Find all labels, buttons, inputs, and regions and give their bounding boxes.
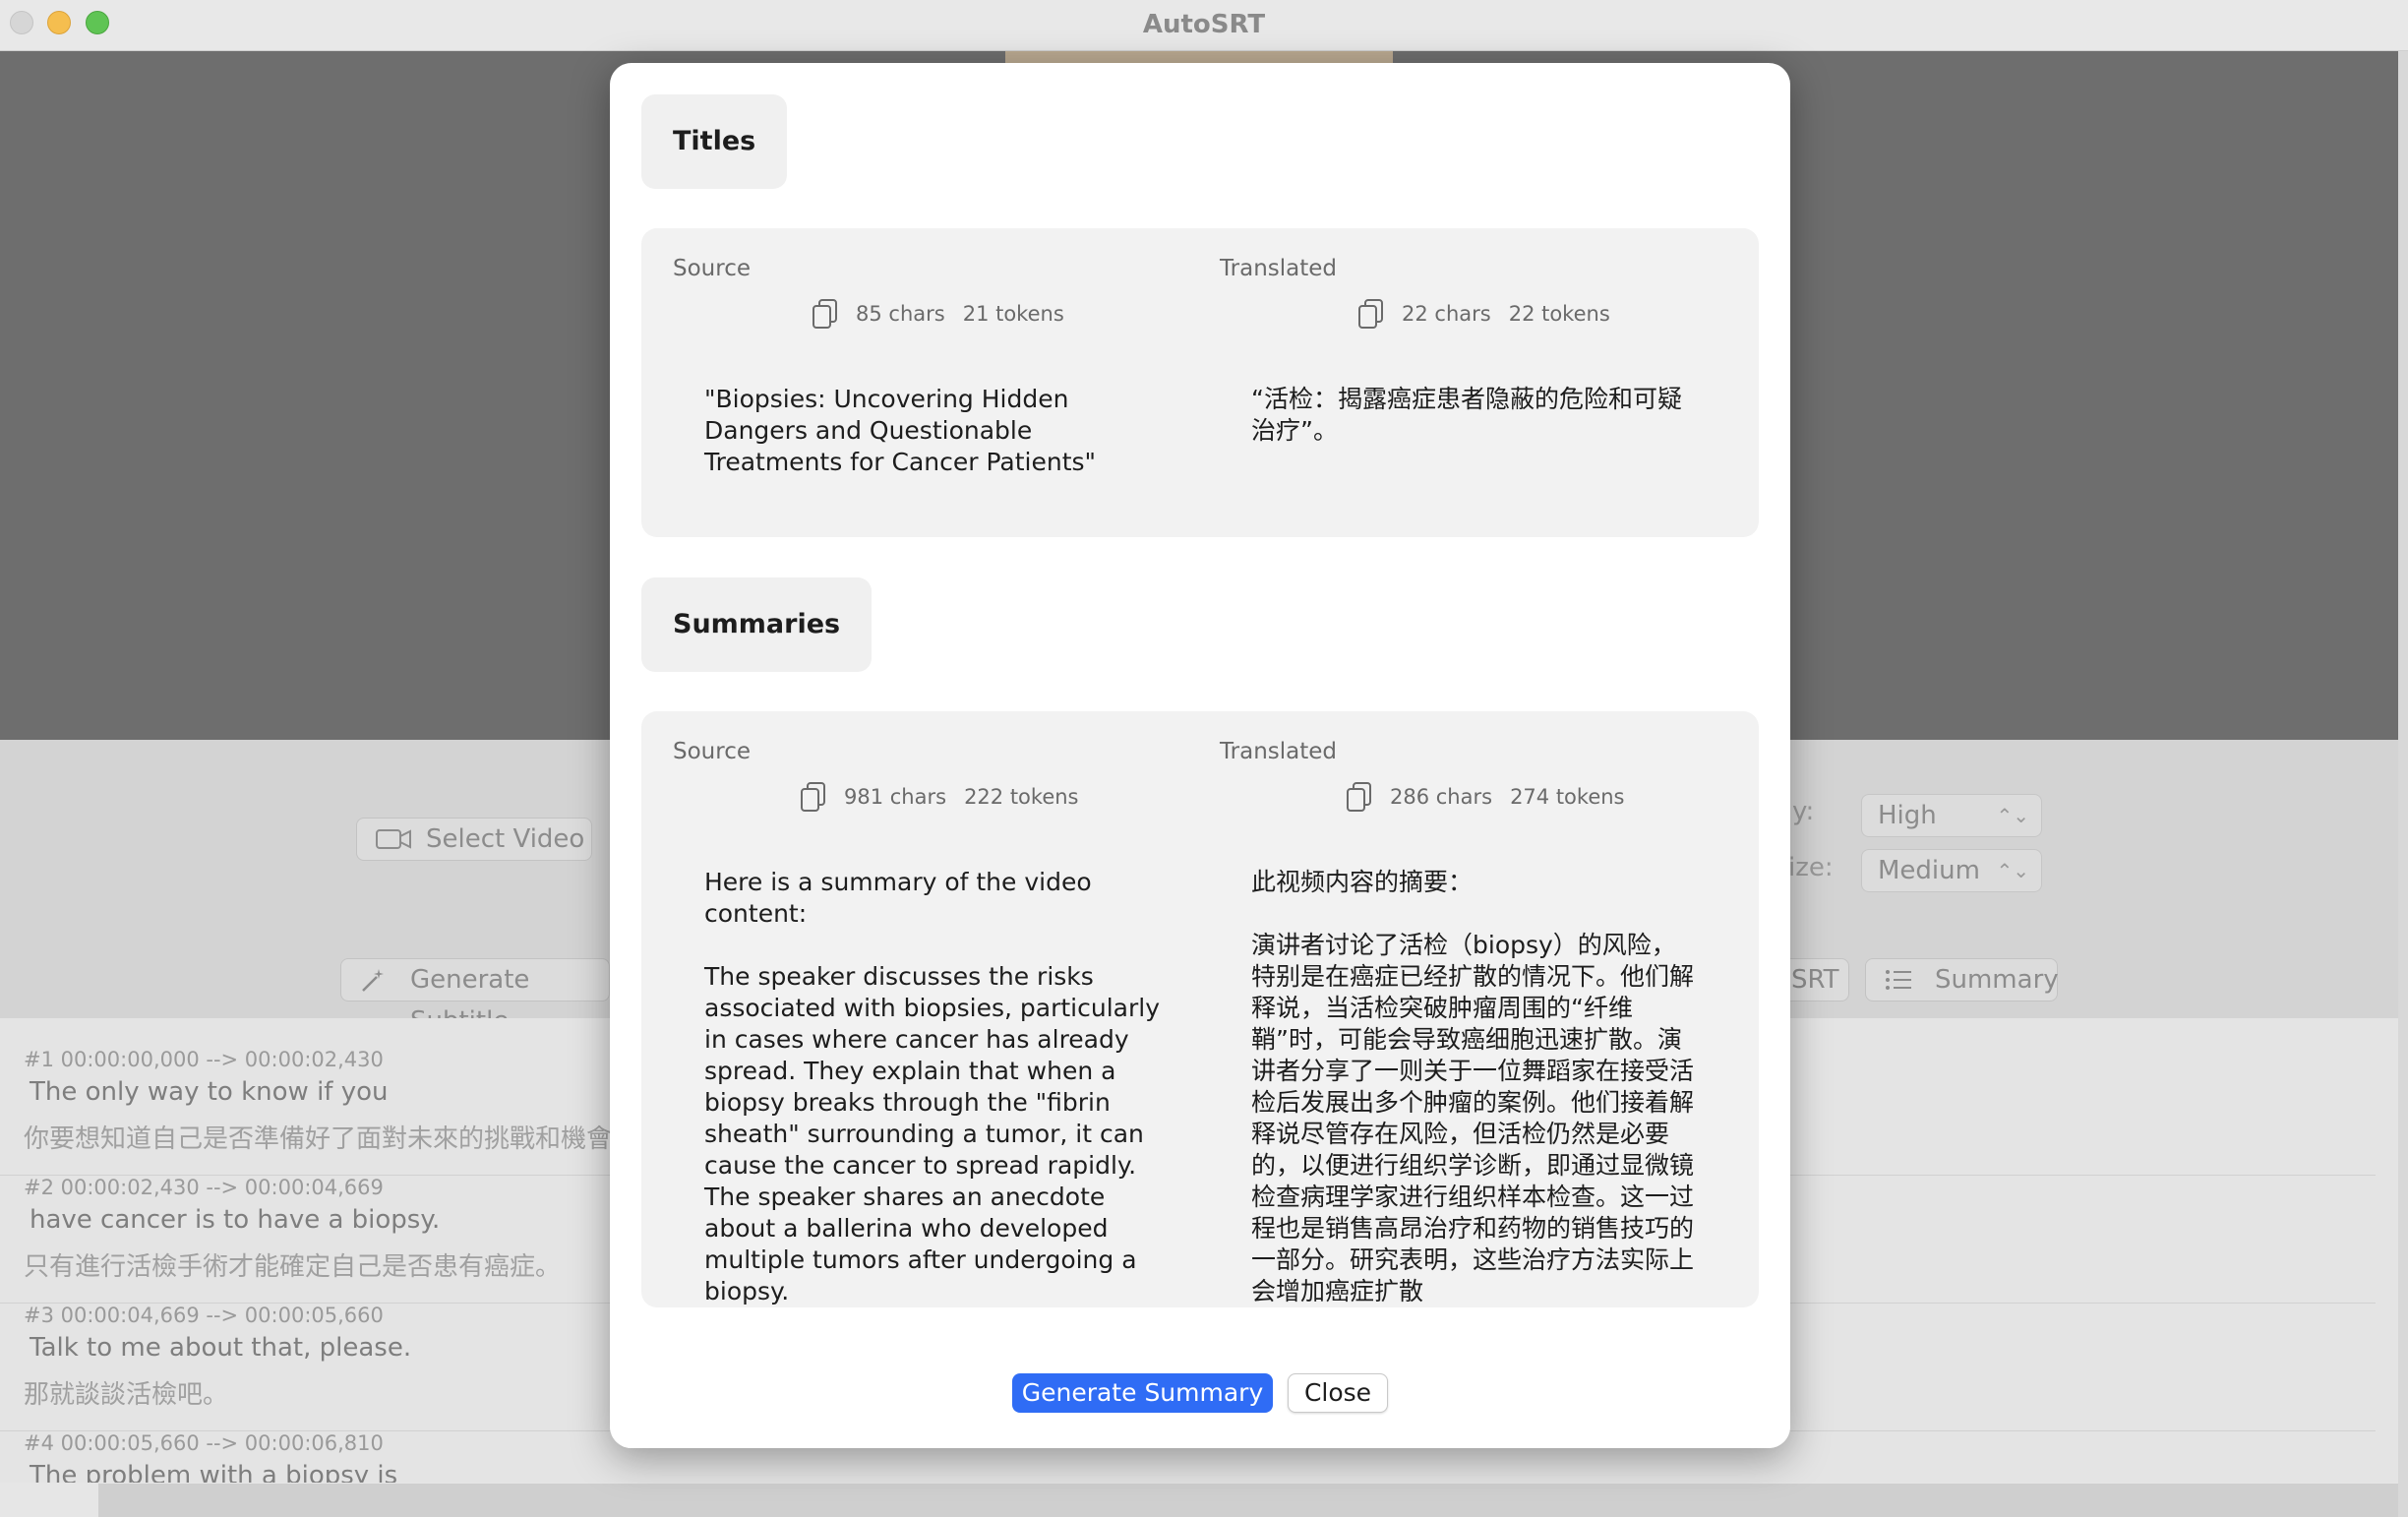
summaries-heading: Summaries	[641, 577, 873, 672]
titles-translated-chars: 22 chars	[1402, 302, 1491, 326]
titles-source-tokens: 21 tokens	[962, 302, 1064, 326]
subtitle-timecode: #1 00:00:00,000 --> 00:00:02,430	[24, 1048, 384, 1071]
titles-source-chars: 85 chars	[856, 302, 945, 326]
size-value: Medium	[1878, 856, 1980, 885]
subtitle-translated-text: 只有進行活檢手術才能確定自己是否患有癌症。	[24, 1252, 562, 1282]
subtitle-timecode: #2 00:00:02,430 --> 00:00:04,669	[24, 1176, 384, 1199]
size-label: ize:	[1788, 853, 1834, 882]
titles-translated-text: “活检：揭露癌症患者隐蔽的危险和可疑治疗”。	[1251, 385, 1682, 445]
title-bar: AutoSRT	[0, 0, 2408, 51]
copy-icon[interactable]	[811, 297, 840, 331]
titles-translated-tokens: 22 tokens	[1508, 302, 1610, 326]
close-button[interactable]: Close	[1288, 1373, 1388, 1413]
list-icon	[1884, 967, 1923, 993]
magic-wand-icon	[359, 967, 398, 993]
export-srt-button[interactable]: SRT	[1780, 958, 1849, 1001]
summaries-translated-stats: 286 chars 274 tokens	[1345, 780, 1625, 814]
subtitle-source-text: Talk to me about that, please.	[30, 1333, 412, 1363]
video-frame	[1005, 51, 1393, 63]
quality-value: High	[1878, 801, 1937, 830]
titles-source-label: Source	[673, 256, 751, 281]
subtitle-timecode: #3 00:00:04,669 --> 00:00:05,660	[24, 1304, 384, 1327]
titles-translated-label: Translated	[1220, 256, 1338, 281]
sheet-footer: Generate Summary Close	[610, 1371, 1790, 1448]
chevron-updown-icon: ⌃⌄	[1996, 859, 2029, 882]
summary-sheet: Titles Source 85 chars 21 tokens "Biopsie…	[610, 63, 1790, 1448]
titles-panel: Source 85 chars 21 tokens "Biopsies: Unco…	[641, 228, 1759, 537]
copy-icon[interactable]	[1345, 780, 1374, 814]
summaries-source-text: Here is a summary of the video content: …	[704, 868, 1161, 1305]
summary-button[interactable]: Summary	[1865, 958, 2059, 1001]
titles-translated-stats: 22 chars 22 tokens	[1356, 297, 1610, 331]
summaries-source-label: Source	[673, 739, 751, 764]
subtitle-source-text: The only way to know if you	[30, 1077, 389, 1107]
summaries-translated-chars: 286 chars	[1390, 785, 1493, 809]
size-select[interactable]: Medium ⌃⌄	[1861, 849, 2042, 892]
generate-subtitles-button[interactable]: Generate Subtitle	[340, 958, 610, 1036]
summaries-source-tokens: 222 tokens	[964, 785, 1079, 809]
video-camera-icon	[375, 826, 414, 852]
select-video-label: Select Video	[426, 824, 585, 854]
summaries-translated-tokens: 274 tokens	[1510, 785, 1625, 809]
titles-source-text: "Biopsies: Uncovering Hidden Dangers and…	[704, 385, 1097, 476]
window-edge	[2398, 51, 2408, 1517]
export-srt-label: SRT	[1791, 965, 1839, 995]
quality-select[interactable]: High ⌃⌄	[1861, 794, 2042, 837]
subtitle-source-text: have cancer is to have a biopsy.	[30, 1205, 441, 1235]
window-title: AutoSRT	[1142, 10, 1266, 39]
summary-label: Summary	[1935, 965, 2059, 995]
select-video-button[interactable]: Select Video	[356, 818, 592, 861]
summaries-translated-text: 此视频内容的摘要： 演讲者讨论了活检（biopsy）的风险，特别是在癌症已经扩散…	[1251, 868, 1695, 1305]
quality-label: y:	[1792, 797, 1815, 826]
titles-source-stats: 85 chars 21 tokens	[811, 297, 1064, 331]
summaries-translated-label: Translated	[1220, 739, 1338, 764]
titles-heading: Titles	[641, 94, 788, 189]
subtitle-source-text: The problem with a biopsy is	[30, 1461, 398, 1483]
summaries-panel[interactable]: Source 981 chars 222 tokens Here is a sum…	[641, 711, 1759, 1307]
subtitle-translated-text: 你要想知道自己是否準備好了面對未來的挑戰和機會	[24, 1124, 613, 1154]
status-bar	[98, 1484, 2408, 1517]
subtitle-timecode: #4 00:00:05,660 --> 00:00:06,810	[24, 1431, 384, 1455]
copy-icon[interactable]	[1356, 297, 1386, 331]
generate-summary-button[interactable]: Generate Summary	[1012, 1373, 1273, 1413]
summaries-source-stats: 981 chars 222 tokens	[799, 780, 1079, 814]
copy-icon[interactable]	[799, 780, 828, 814]
summaries-source-chars: 981 chars	[844, 785, 947, 809]
subtitle-translated-text: 那就談談活檢吧。	[24, 1380, 229, 1410]
chevron-updown-icon: ⌃⌄	[1996, 804, 2029, 827]
